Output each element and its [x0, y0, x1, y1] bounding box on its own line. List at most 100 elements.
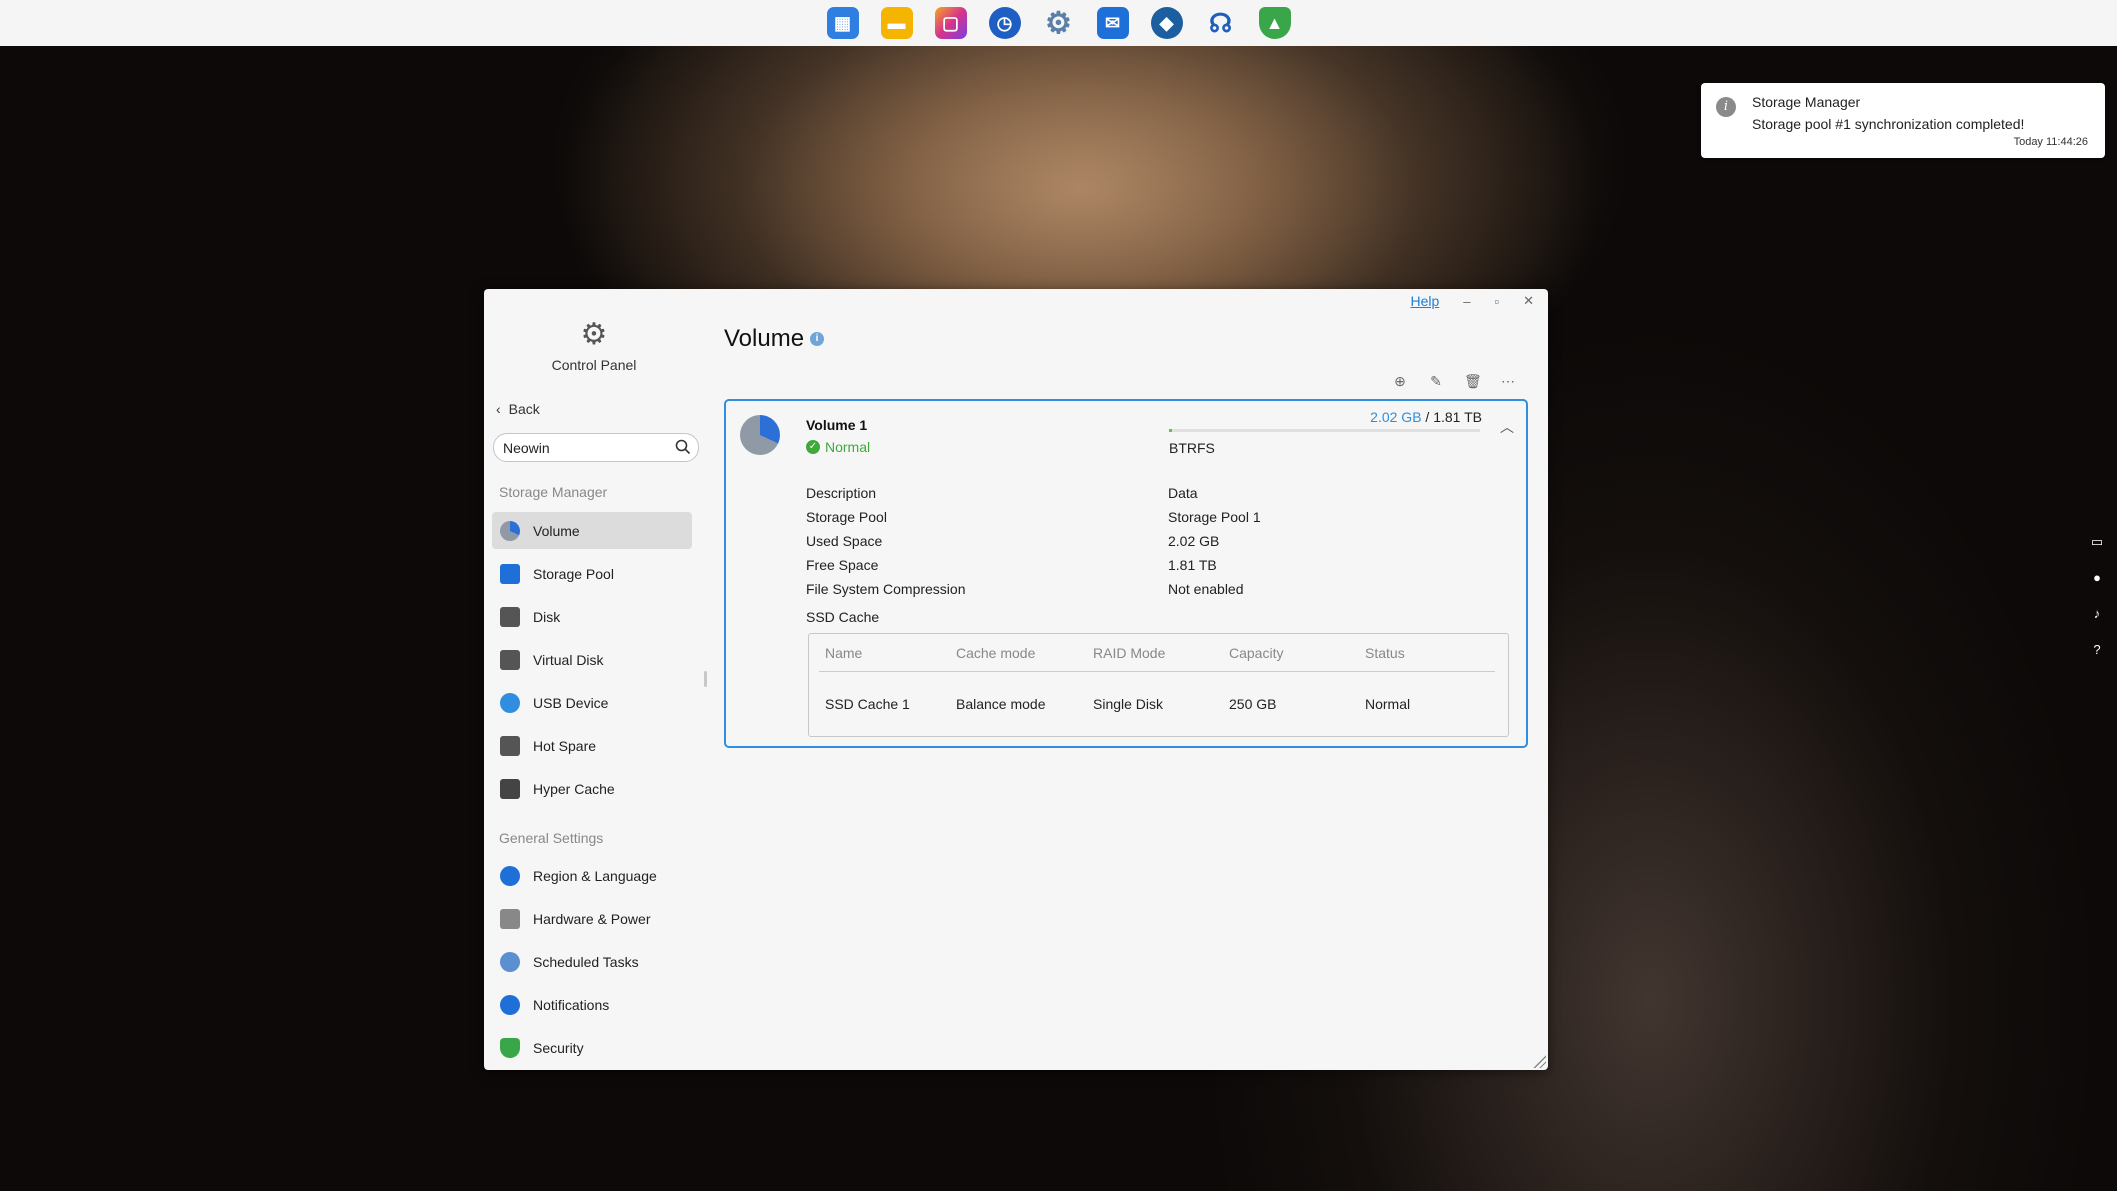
- table-cell: SSD Cache 1: [825, 696, 910, 712]
- usb-icon: [500, 692, 520, 713]
- info-icon: i: [1716, 97, 1736, 117]
- toast-message: Storage pool #1 synchronization complete…: [1752, 116, 2025, 132]
- filesystem: BTRFS: [1169, 440, 1215, 456]
- security-shield-icon[interactable]: ▲: [1258, 7, 1291, 39]
- sidebar-scrollbar[interactable]: [704, 671, 707, 687]
- ssd-cache-table: Name Cache mode RAID Mode Capacity Statu…: [808, 633, 1509, 737]
- chat-icon[interactable]: ●: [2089, 569, 2106, 586]
- sidebar-item-notifications[interactable]: Notifications: [492, 986, 692, 1023]
- sidebar-item-label: Storage Pool: [533, 565, 614, 582]
- sidebar-item-hyper-cache[interactable]: Hyper Cache: [492, 770, 692, 807]
- hot-spare-icon: [500, 735, 520, 756]
- usage-bar: [1169, 429, 1480, 432]
- sidebar-item-security[interactable]: Security: [492, 1029, 692, 1066]
- general-section-label: General Settings: [499, 830, 604, 846]
- docker-icon[interactable]: ◆: [1150, 7, 1183, 39]
- add-icon[interactable]: ⊕: [1392, 373, 1408, 389]
- sidebar: ⚙ Control Panel ‹ Back Neowin Storage Ma…: [484, 289, 708, 1070]
- resize-handle[interactable]: [1532, 1054, 1546, 1068]
- prop-key: Description: [806, 485, 877, 501]
- volume-card[interactable]: Volume 1 ✓ Normal 2.02 GB / 1.81 TB BTRF…: [724, 399, 1528, 748]
- tools-icon: [500, 908, 520, 929]
- sidebar-item-label: Scheduled Tasks: [533, 953, 639, 970]
- sidebar-item-label: Disk: [533, 608, 561, 625]
- sidebar-item-hardware-power[interactable]: Hardware & Power: [492, 900, 692, 937]
- table-cell: Balance mode: [956, 696, 1046, 712]
- table-cell: 250 GB: [1229, 696, 1277, 712]
- volume-pie-icon: [500, 520, 520, 541]
- sidebar-item-scheduled-tasks[interactable]: Scheduled Tasks: [492, 943, 692, 980]
- search-input[interactable]: Neowin: [503, 440, 550, 456]
- search-icon[interactable]: [675, 439, 691, 455]
- prop-key: Free Space: [806, 557, 879, 573]
- table-cell: Single Disk: [1093, 696, 1164, 712]
- volume-status-text: Normal: [825, 439, 871, 455]
- sidebar-item-label: Region & Language: [533, 867, 657, 884]
- sidebar-item-volume[interactable]: Volume: [492, 512, 692, 549]
- sidebar-item-label: Hot Spare: [533, 737, 597, 754]
- monitor-icon[interactable]: ▭: [2089, 533, 2106, 550]
- prop-value: 2.02 GB: [1168, 533, 1220, 549]
- gear-icon: ⚙: [580, 318, 608, 351]
- ssd-cache-label: SSD Cache: [806, 609, 880, 625]
- bell-icon[interactable]: ♪: [2089, 605, 2106, 622]
- support-headset-icon[interactable]: ☊: [1205, 7, 1237, 39]
- photos-icon[interactable]: ▢: [934, 7, 967, 39]
- sidebar-item-region-language[interactable]: Region & Language: [492, 857, 692, 894]
- main-content: Volume i ⊕ ✎ 🗑 ⋯ Volume 1 ✓ Normal 2.02 …: [724, 289, 1548, 1070]
- tasks-list-icon: [500, 951, 520, 972]
- sidebar-item-label: Hardware & Power: [533, 910, 651, 927]
- sidebar-item-label: Virtual Disk: [533, 651, 604, 668]
- table-row[interactable]: SSD Cache 1 Balance mode Single Disk 250…: [819, 692, 1495, 716]
- backup-clock-icon[interactable]: ◷: [988, 7, 1021, 39]
- chevron-up-icon[interactable]: ︿: [1500, 417, 1514, 437]
- column-header[interactable]: Capacity: [1229, 645, 1365, 661]
- volume-usage: 2.02 GB / 1.81 TB: [1370, 409, 1482, 425]
- prop-row: Used Space 2.02 GB: [806, 533, 1506, 557]
- column-header[interactable]: Cache mode: [956, 645, 1093, 661]
- prop-value: 1.81 TB: [1168, 557, 1217, 573]
- volume-status: ✓ Normal: [806, 439, 870, 455]
- folder-icon[interactable]: ▬: [880, 7, 913, 39]
- apps-grid-icon[interactable]: ▦: [826, 7, 859, 39]
- table-header: Name Cache mode RAID Mode Capacity Statu…: [819, 634, 1495, 672]
- toast-time: Today 11:44:26: [2013, 136, 2088, 148]
- info-icon[interactable]: i: [810, 332, 825, 346]
- sidebar-item-disk[interactable]: Disk: [492, 598, 692, 635]
- help-circle-icon[interactable]: ?: [2089, 641, 2106, 658]
- sidebar-item-hot-spare[interactable]: Hot Spare: [492, 727, 692, 764]
- mail-icon[interactable]: ✉: [1096, 7, 1129, 39]
- volume-properties: Description Data Storage Pool Storage Pool…: [806, 485, 1506, 605]
- prop-key: Storage Pool: [806, 509, 887, 525]
- sidebar-item-usb-device[interactable]: USB Device: [492, 684, 692, 721]
- used-value: 2.02 GB: [1370, 409, 1422, 425]
- prop-row: Free Space 1.81 TB: [806, 557, 1506, 581]
- settings-gear-icon[interactable]: ⚙: [1043, 7, 1075, 40]
- prop-key: Used Space: [806, 533, 883, 549]
- hyper-cache-icon: [500, 778, 520, 799]
- sidebar-item-virtual-disk[interactable]: Virtual Disk: [492, 641, 692, 678]
- side-widget-bar: ▭ ● ♪ ?: [2088, 533, 2106, 658]
- check-circle-icon: ✓: [806, 440, 820, 454]
- prop-row: Description Data: [806, 485, 1506, 509]
- app-label: Control Panel: [551, 357, 637, 373]
- sidebar-item-label: Notifications: [533, 996, 610, 1013]
- control-panel-window: Help – ▫ ✕ ⚙ Control Panel ‹ Back Neowin…: [484, 289, 1548, 1070]
- delete-icon[interactable]: 🗑: [1464, 373, 1482, 389]
- sidebar-item-label: Hyper Cache: [533, 780, 615, 797]
- storage-section-label: Storage Manager: [499, 484, 608, 500]
- sidebar-item-label: Security: [533, 1039, 584, 1056]
- column-header[interactable]: RAID Mode: [1093, 645, 1229, 661]
- storage-pool-icon: [500, 563, 520, 584]
- search-box[interactable]: Neowin: [493, 433, 699, 462]
- prop-key: File System Compression: [806, 581, 966, 597]
- sidebar-item-storage-pool[interactable]: Storage Pool: [492, 555, 692, 592]
- page-title-text: Volume: [724, 325, 805, 352]
- column-header[interactable]: Status: [1365, 645, 1495, 661]
- notification-toast[interactable]: i Storage Manager Storage pool #1 synchr…: [1701, 83, 2105, 158]
- prop-value: Not enabled: [1168, 581, 1244, 597]
- more-icon[interactable]: ⋯: [1500, 373, 1516, 389]
- back-button[interactable]: ‹ Back: [496, 401, 540, 417]
- edit-icon[interactable]: ✎: [1428, 373, 1444, 389]
- column-header[interactable]: Name: [819, 645, 956, 661]
